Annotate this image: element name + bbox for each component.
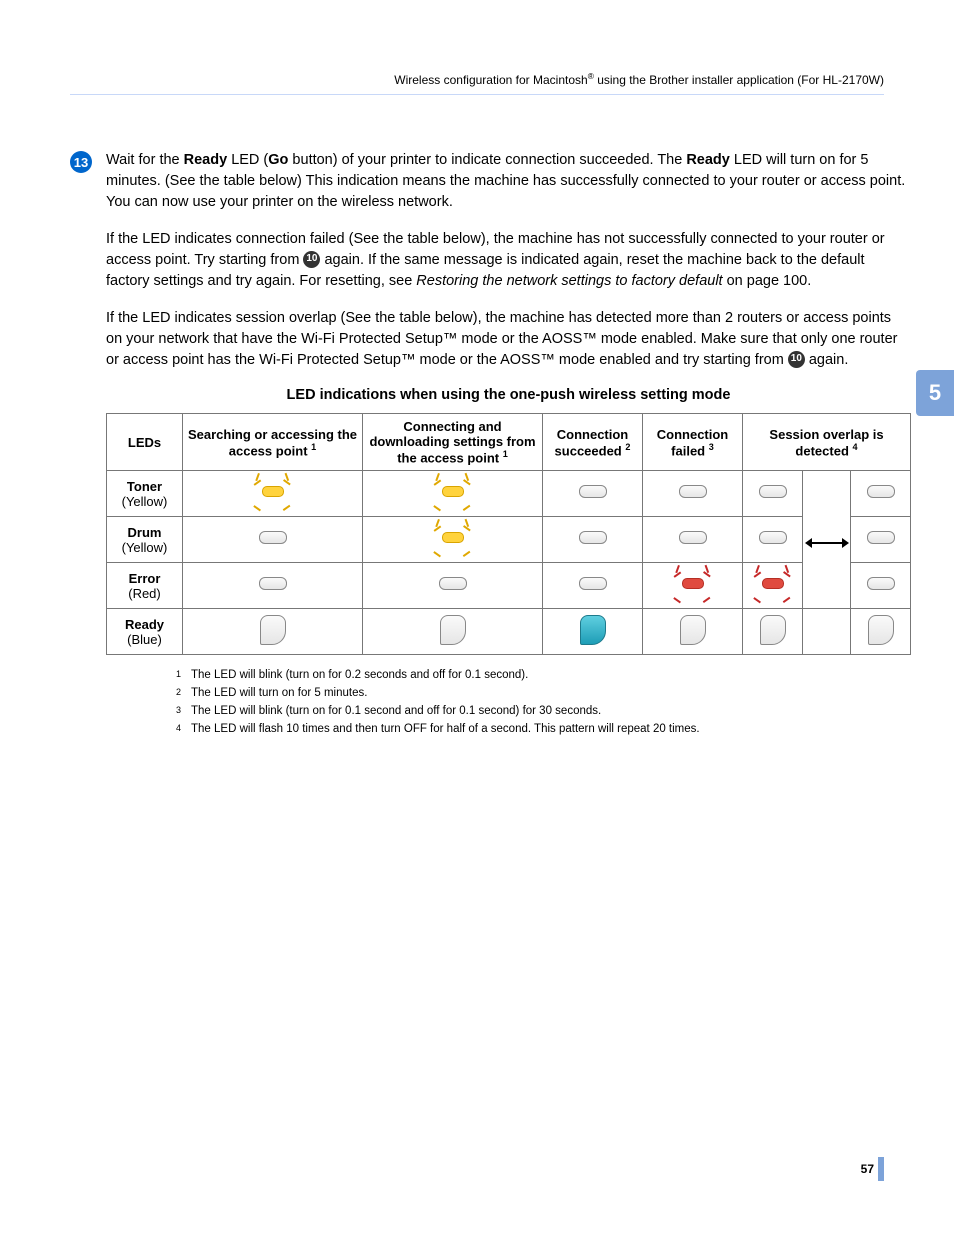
- section-tab: 5: [916, 370, 954, 416]
- led-off-icon: [867, 577, 895, 590]
- paragraph-1: Wait for the Ready LED (Go button) of yo…: [106, 150, 911, 213]
- th-succeeded: Connection succeeded 2: [543, 414, 643, 471]
- page-content: Wireless configuration for Macintosh® us…: [0, 0, 954, 781]
- footnote-1: 1The LED will blink (turn on for 0.2 sec…: [176, 669, 911, 681]
- step-body: Wait for the Ready LED (Go button) of yo…: [106, 150, 911, 741]
- led-off-icon: [579, 577, 607, 590]
- led-off-icon: [679, 485, 707, 498]
- led-off-icon: [759, 485, 787, 498]
- led-off-icon: [867, 485, 895, 498]
- led-off-icon: [259, 577, 287, 590]
- led-blink-red-icon: [674, 570, 712, 601]
- led-off-icon: [579, 531, 607, 544]
- th-leds: LEDs: [107, 414, 183, 471]
- arrow-left-right-icon: [810, 542, 844, 544]
- row-error: Error(Red): [107, 563, 911, 609]
- footnote-2: 2The LED will turn on for 5 minutes.: [176, 687, 911, 699]
- led-off-icon: [679, 531, 707, 544]
- paragraph-2: If the LED indicates connection failed (…: [106, 229, 911, 292]
- footnote-4: 4The LED will flash 10 times and then tu…: [176, 723, 911, 735]
- page-number-bar-icon: [878, 1157, 884, 1181]
- led-blink-yellow-icon: [434, 478, 472, 509]
- led-ready-off-icon: [440, 615, 466, 645]
- led-blink-red-icon: [754, 570, 792, 601]
- led-ready-off-icon: [868, 615, 894, 645]
- breadcrumb: Wireless configuration for Macintosh® us…: [70, 71, 884, 93]
- overlap-arrow-cell: [803, 471, 851, 609]
- row-ready: Ready(Blue): [107, 609, 911, 655]
- breadcrumb-prefix: Wireless configuration for Macintosh: [394, 73, 587, 87]
- row-drum: Drum(Yellow): [107, 517, 911, 563]
- led-blink-yellow-icon: [434, 524, 472, 555]
- led-ready-on-icon: [580, 615, 606, 645]
- footnote-3: 3The LED will blink (turn on for 0.1 sec…: [176, 705, 911, 717]
- led-table: LEDs Searching or accessing the access p…: [106, 413, 911, 655]
- breadcrumb-suffix: using the Brother installer application …: [594, 73, 884, 87]
- led-off-icon: [439, 577, 467, 590]
- led-off-icon: [259, 531, 287, 544]
- led-off-icon: [579, 485, 607, 498]
- th-connecting: Connecting and downloading settings from…: [363, 414, 543, 471]
- led-off-icon: [867, 531, 895, 544]
- table-caption: LED indications when using the one-push …: [106, 387, 911, 403]
- led-ready-off-icon: [680, 615, 706, 645]
- step-ref-10-icon: 10: [303, 251, 320, 268]
- th-searching: Searching or accessing the access point …: [183, 414, 363, 471]
- row-toner: Toner(Yellow): [107, 471, 911, 517]
- step-number-icon: 13: [70, 151, 92, 173]
- footnotes: 1The LED will blink (turn on for 0.2 sec…: [176, 669, 911, 735]
- page-number: 57: [861, 1157, 884, 1181]
- step-ref-10b-icon: 10: [788, 351, 805, 368]
- th-failed: Connection failed 3: [643, 414, 743, 471]
- led-ready-off-icon: [760, 615, 786, 645]
- step-13: 13 Wait for the Ready LED (Go button) of…: [70, 150, 884, 741]
- th-overlap: Session overlap is detected 4: [743, 414, 911, 471]
- led-off-icon: [759, 531, 787, 544]
- led-ready-off-icon: [260, 615, 286, 645]
- led-blink-yellow-icon: [254, 478, 292, 509]
- paragraph-3: If the LED indicates session overlap (Se…: [106, 308, 911, 371]
